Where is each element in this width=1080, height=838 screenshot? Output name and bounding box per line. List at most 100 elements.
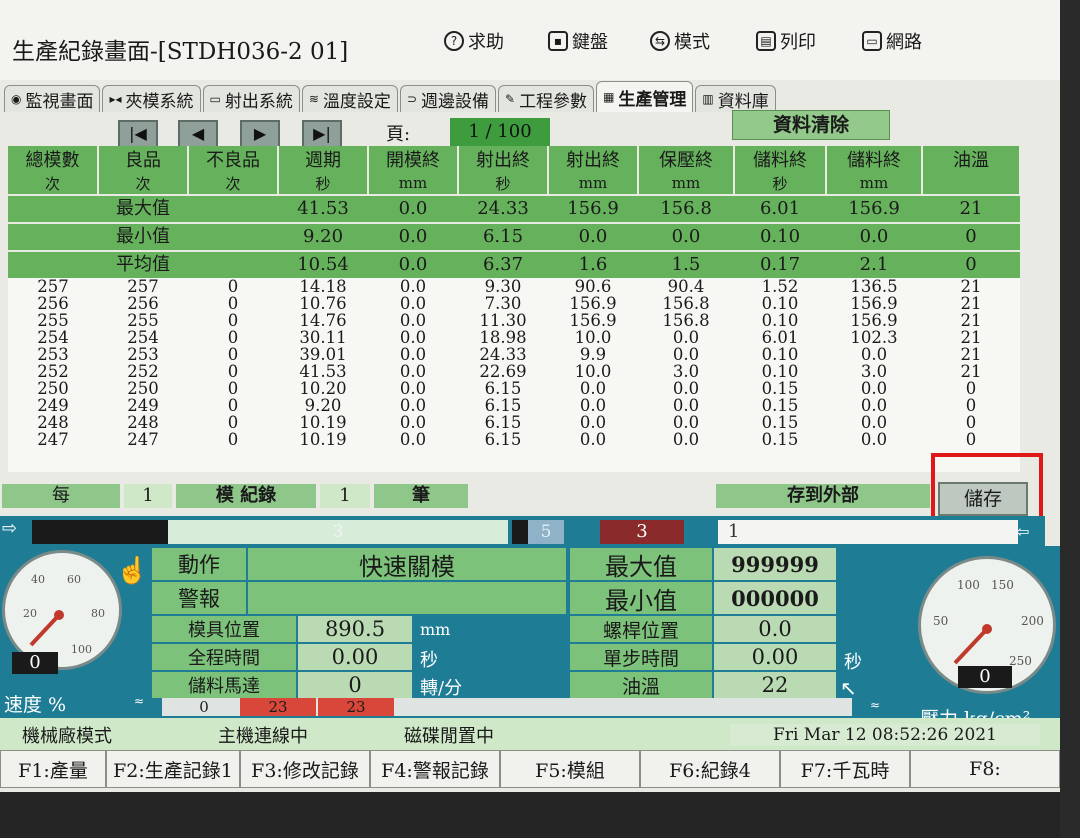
page-in-icon: ⇨ <box>2 518 18 539</box>
clear-data-button[interactable]: 資料清除 <box>732 110 890 140</box>
progress-seg-black <box>32 520 168 544</box>
table-cell: 10.19 <box>299 430 347 449</box>
table-cell: 0 <box>227 413 239 432</box>
record-value[interactable]: 1 <box>320 484 370 508</box>
tab-temperature[interactable]: ≋ 溫度設定 <box>301 85 398 112</box>
f7-key[interactable]: F7:千瓦時 <box>780 750 910 788</box>
f3-key[interactable]: F3:修改記錄 <box>240 750 370 788</box>
wrench-icon: ✎ <box>505 92 516 106</box>
table-row[interactable]: 255 255 0 14.76 0.0 11.30 156.9 156.8 0.10 156.9 2… <box>8 312 1020 329</box>
every-value[interactable]: 1 <box>124 484 172 508</box>
tab-clamp[interactable]: ▸◂ 夾模系統 <box>102 85 201 112</box>
print-icon: ▤ <box>756 31 776 51</box>
table-cell: 6.15 <box>484 413 522 432</box>
table-cell: 0 <box>227 430 239 449</box>
table-cell: 0.0 <box>399 379 427 398</box>
first-page-button[interactable]: |◀ <box>118 120 158 148</box>
prev-page-button[interactable]: ◀ <box>178 120 218 148</box>
min-value: 000000 <box>714 582 836 614</box>
table-row[interactable]: 252 252 0 41.53 0.0 22.69 10.0 3.0 0.10 3.0 21 <box>8 363 1020 380</box>
pressure-tick-150: 150 <box>991 578 1014 592</box>
eye-icon: ◉ <box>11 92 22 106</box>
slot-0: 0 <box>199 698 209 716</box>
tab-bar: ◉ 監視畫面 ▸◂ 夾模系統 ▭ 射出系統 ≋ 溫度設定 ⊃ 週邊設備 ✎ 工程參數 ▦ 生產… <box>4 80 1044 112</box>
stat-label: 最小值 <box>98 222 278 251</box>
stat-value: 0 <box>922 222 1020 251</box>
table-row[interactable]: 257 257 0 14.18 0.0 9.30 90.6 90.4 1.52 136.5 21 <box>8 278 1020 295</box>
pressure-tick-50: 50 <box>933 614 948 628</box>
keyboard-button[interactable]: ▪ 鍵盤 <box>548 28 608 54</box>
help-button[interactable]: ? 求助 <box>444 28 504 54</box>
table-cell: 10.0 <box>574 328 612 347</box>
table-cell: 255 <box>37 311 69 330</box>
charging-motor-unit: 轉/分 <box>420 678 463 699</box>
tab-injection[interactable]: ▭ 射出系統 <box>202 85 300 112</box>
table-cell: 252 <box>37 362 69 381</box>
hand-icon: ☝ <box>116 556 149 586</box>
step-time-unit: 秒 <box>844 652 862 673</box>
column-header: 儲料終 <box>826 146 923 172</box>
status-mode: 機械廠模式 <box>22 726 112 747</box>
stat-value: 9.20 <box>278 222 368 251</box>
help-label: 求助 <box>468 32 504 53</box>
network-label: 網路 <box>886 32 922 53</box>
tab-peripheral[interactable]: ⊃ 週邊設備 <box>399 85 496 112</box>
table-cell: 257 <box>127 277 159 296</box>
f8-key[interactable]: F8: <box>910 750 1060 788</box>
column-unit <box>922 172 1021 195</box>
table-cell: 90.4 <box>667 277 705 296</box>
stat-label: 平均值 <box>98 250 278 278</box>
table-cell: 1.52 <box>761 277 799 296</box>
column-header: 射出終 <box>458 146 549 172</box>
mode-label: 模式 <box>674 32 710 53</box>
f4-key[interactable]: F4:警報記錄 <box>370 750 500 788</box>
pressure-needle-hub <box>982 624 992 634</box>
table-cell: 22.69 <box>479 362 527 381</box>
speed-value: 0 <box>12 652 58 674</box>
status-link: 主機連線中 <box>218 726 308 747</box>
injection-icon: ▭ <box>209 92 221 106</box>
triangle-left-icon: ◀ <box>191 124 205 143</box>
table-cell: 0.15 <box>761 396 799 415</box>
table-row[interactable]: 253 253 0 39.01 0.0 24.33 9.9 0.0 0.10 0.0 21 <box>8 346 1020 363</box>
total-time-label: 全程時間 <box>152 644 296 670</box>
print-button[interactable]: ▤ 列印 <box>756 28 816 54</box>
table-cell: 0.0 <box>672 345 700 364</box>
tab-monitor[interactable]: ◉ 監視畫面 <box>4 85 101 112</box>
table-row[interactable]: 247 247 0 10.19 0.0 6.15 0.0 0.0 0.15 0.0 0 <box>8 431 1020 448</box>
network-button[interactable]: ▭ 網路 <box>862 28 922 54</box>
table-cell: 0.0 <box>399 328 427 347</box>
tab-production[interactable]: ▦ 生產管理 <box>596 81 694 112</box>
table-cell: 252 <box>127 362 159 381</box>
column-header: 油溫 <box>922 146 1021 172</box>
f1-key[interactable]: F1:產量 <box>0 750 106 788</box>
stat-value: 21 <box>922 194 1020 223</box>
skip-forward-icon: ▶| <box>313 124 331 143</box>
next-page-button[interactable]: ▶ <box>240 120 280 148</box>
export-button[interactable]: 存到外部 <box>716 484 930 508</box>
column-unit: 次 <box>188 172 279 195</box>
tab-engineering[interactable]: ✎ 工程參數 <box>498 85 595 112</box>
table-cell: 21 <box>960 311 982 330</box>
table-cell: 0.15 <box>761 379 799 398</box>
f5-key[interactable]: F5:模組 <box>500 750 640 788</box>
column-unit: 秒 <box>458 172 549 195</box>
f6-key[interactable]: F6:紀錄4 <box>640 750 780 788</box>
table-row[interactable]: 256 256 0 10.76 0.0 7.30 156.9 156.8 0.10 156.9 21 <box>8 295 1020 312</box>
table-cell: 0.0 <box>672 379 700 398</box>
table-cell: 9.20 <box>304 396 342 415</box>
mode-button[interactable]: ⇆ 模式 <box>650 28 710 54</box>
max-label: 最大值 <box>570 548 712 581</box>
speed-tick-40: 40 <box>31 573 45 586</box>
last-page-button[interactable]: ▶| <box>302 120 342 148</box>
tab-database[interactable]: ▥ 資料庫 <box>695 85 776 112</box>
table-unit-row: 次次次秒 mm 秒 mm mm 秒 mm <box>8 172 1021 195</box>
table-row[interactable]: 254 254 0 30.11 0.0 18.98 10.0 0.0 6.01 102.3 21 <box>8 329 1020 346</box>
table-row[interactable]: 250 250 0 10.20 0.0 6.15 0.0 0.0 0.15 0.0 0 <box>8 380 1020 397</box>
table-cell: 0 <box>227 294 239 313</box>
table-row[interactable]: 248 248 0 10.19 0.0 6.15 0.0 0.0 0.15 0.0 0 <box>8 414 1020 431</box>
f2-key[interactable]: F2:生產記錄1 <box>106 750 240 788</box>
stat-value: 0.0 <box>368 194 458 223</box>
stat-row: 平均值 10.54 0.0 6.37 1.6 1.5 0.17 2.1 0 <box>8 250 1020 278</box>
table-row[interactable]: 249 249 0 9.20 0.0 6.15 0.0 0.0 0.15 0.0 0 <box>8 397 1020 414</box>
